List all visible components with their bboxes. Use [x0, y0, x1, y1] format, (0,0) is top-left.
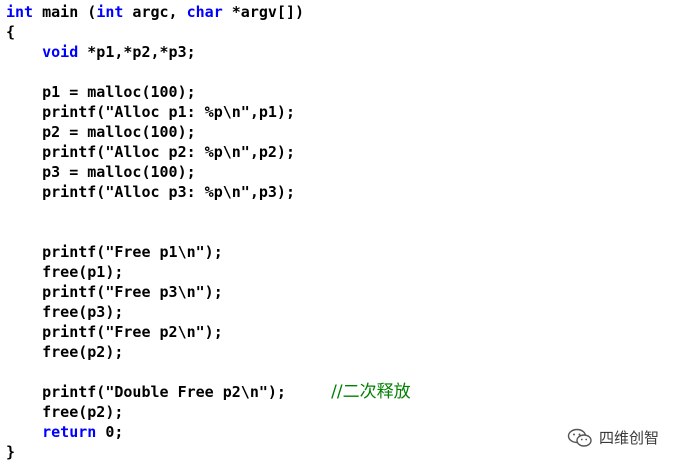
code-token: }: [6, 443, 16, 461]
code-line: p1 = malloc(100);: [6, 82, 411, 102]
code-line: printf("Alloc p2: %p\n",p2);: [6, 142, 411, 162]
comment-token: //二次释放: [331, 382, 411, 402]
code-line: int main (int argc, char *argv[]): [6, 2, 411, 22]
keyword-token: char: [186, 3, 223, 21]
code-line: return 0;: [6, 422, 411, 442]
wechat-icon: [567, 428, 592, 447]
code-line: free(p2);: [6, 342, 411, 362]
code-line: printf("Alloc p3: %p\n",p3);: [6, 182, 411, 202]
code-token: printf("Alloc p2: %p\n",p2);: [6, 143, 295, 161]
code-line: printf("Free p2\n");: [6, 322, 411, 342]
code-line: free(p1);: [6, 262, 411, 282]
code-token: free(p2);: [6, 403, 124, 421]
code-line: p3 = malloc(100);: [6, 162, 411, 182]
code-token: printf("Free p3\n");: [6, 283, 223, 301]
code-token: main (: [33, 3, 97, 21]
keyword-token: return: [42, 423, 97, 441]
code-token: p2 = malloc(100);: [6, 123, 196, 141]
code-lines: int main (int argc, char *argv[]){ void …: [6, 2, 411, 462]
code-editor: int main (int argc, char *argv[]){ void …: [0, 0, 683, 466]
keyword-token: void: [42, 43, 79, 61]
keyword-token: int: [96, 3, 124, 21]
code-line: free(p2);: [6, 402, 411, 422]
code-token: {: [6, 23, 16, 41]
keyword-token: int: [6, 3, 34, 21]
code-line: printf("Alloc p1: %p\n",p1);: [6, 102, 411, 122]
code-line: printf("Free p1\n");: [6, 242, 411, 262]
code-line: {: [6, 22, 411, 42]
code-token: printf("Free p1\n");: [6, 243, 223, 261]
code-line: printf("Double Free p2\n"); //二次释放: [6, 382, 411, 402]
code-token: free(p2);: [6, 343, 124, 361]
code-line: void *p1,*p2,*p3;: [6, 42, 411, 62]
code-token: *p1,*p2,*p3;: [78, 43, 196, 61]
code-line: printf("Free p3\n");: [6, 282, 411, 302]
code-token: free(p3);: [6, 303, 124, 321]
code-token: printf("Free p2\n");: [6, 323, 223, 341]
code-token: p3 = malloc(100);: [6, 163, 196, 181]
code-token: printf("Alloc p3: %p\n",p3);: [6, 183, 295, 201]
code-token: free(p1);: [6, 263, 124, 281]
code-token: argc,: [123, 3, 187, 21]
watermark-text: 四维创智: [598, 429, 659, 447]
code-token: 0;: [96, 423, 124, 441]
code-line: p2 = malloc(100);: [6, 122, 411, 142]
code-token: p1 = malloc(100);: [6, 83, 196, 101]
code-line: free(p3);: [6, 302, 411, 322]
code-token: *argv[]): [222, 3, 305, 21]
watermark: 四维创智: [567, 427, 659, 448]
code-token: printf("Alloc p1: %p\n",p1);: [6, 103, 295, 121]
code-token: printf("Double Free p2\n");: [6, 383, 332, 401]
code-line: }: [6, 442, 411, 462]
